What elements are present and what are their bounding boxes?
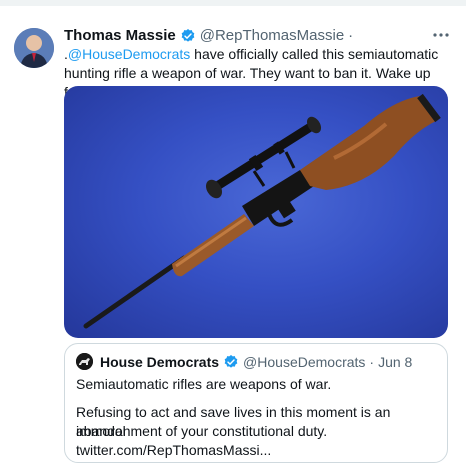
quote-text-line-1: Semiautomatic rifles are weapons of war. [76,376,332,392]
quoted-tweet[interactable]: House Democrats @HouseDemocrats · Jun 8 … [64,343,448,463]
more-horizontal-icon [433,33,449,37]
verified-badge-icon [181,29,195,42]
more-options-button[interactable] [430,24,452,46]
verified-badge-icon [224,354,238,368]
quote-avatar[interactable] [76,353,93,370]
author-handle[interactable]: @RepThomasMassie [200,27,344,45]
quote-date[interactable]: Jun 8 [378,354,412,370]
tweet-header: Thomas Massie @RepThomasMassie · [64,27,353,45]
rifle-image [83,93,441,329]
quote-separator: · [369,353,375,370]
quote-text-line-3: abandonment of your constitutional duty. [76,423,328,439]
avatar-image [14,28,54,68]
avatar[interactable] [14,28,54,68]
donkey-logo-icon [76,353,93,370]
quote-header: House Democrats @HouseDemocrats · Jun 8 [76,353,412,370]
handle-separator: · [348,27,354,44]
quote-author-name[interactable]: House Democrats [100,354,219,370]
mention-link[interactable]: @HouseDemocrats [68,46,190,62]
author-name[interactable]: Thomas Massie [64,27,176,45]
quote-link[interactable]: twitter.com/RepThomasMassi... [76,441,436,460]
tweet-media[interactable] [64,86,448,338]
top-divider [0,0,466,6]
quote-author-handle[interactable]: @HouseDemocrats [243,354,365,370]
